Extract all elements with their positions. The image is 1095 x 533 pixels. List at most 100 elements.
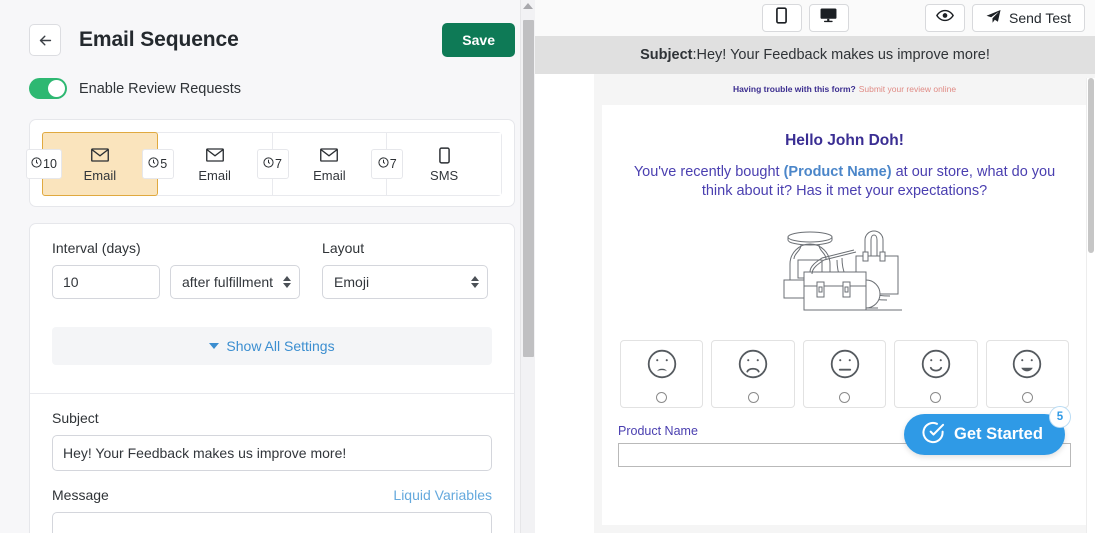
desktop-view-button[interactable] xyxy=(808,4,849,32)
save-button[interactable]: Save xyxy=(442,23,515,57)
message-label-row: Message Liquid Variables xyxy=(52,487,492,503)
rating-radio-4[interactable] xyxy=(930,391,942,403)
email-card: Hello John Doh! You've recently bought (… xyxy=(602,104,1087,525)
sequence-step-2-delay-value: 5 xyxy=(160,157,168,171)
rating-option-5-very-happy[interactable] xyxy=(985,339,1070,408)
rating-radio-1[interactable] xyxy=(656,391,668,403)
subject-label: Subject xyxy=(52,410,99,426)
clock-icon xyxy=(148,157,159,171)
sequence-step-1-delay-value: 10 xyxy=(43,157,57,171)
panel-header: Email Sequence Save xyxy=(0,0,535,64)
message-textarea[interactable] xyxy=(52,512,492,533)
very-happy-face-icon xyxy=(1008,345,1046,388)
step-settings-card: Interval (days) after fulfillment Layout xyxy=(29,223,515,533)
clock-icon xyxy=(263,157,274,171)
paper-plane-icon xyxy=(986,9,1001,27)
preview-button[interactable] xyxy=(924,4,965,32)
envelope-icon xyxy=(320,145,339,165)
envelope-icon xyxy=(90,145,109,165)
mobile-icon xyxy=(438,145,450,165)
interval-controls: after fulfillment xyxy=(52,265,301,299)
scroll-up-arrow-icon[interactable] xyxy=(523,3,533,9)
enable-review-requests-toggle[interactable] xyxy=(29,78,67,99)
email-greeting: Hello John Doh! xyxy=(785,131,904,149)
preview-scrollbar-thumb[interactable] xyxy=(1088,78,1094,253)
interval-days-input[interactable] xyxy=(52,265,160,299)
sequence-step-1-delay-badge: 10 xyxy=(26,149,62,179)
sequence-step-4-delay-value: 7 xyxy=(389,157,397,171)
rating-radio-3[interactable] xyxy=(839,391,851,403)
check-circle-icon xyxy=(922,421,945,449)
layout-select[interactable]: Emoji xyxy=(322,265,489,299)
interval-group: Interval (days) after fulfillment xyxy=(52,240,301,299)
message-label: Message xyxy=(52,487,109,503)
get-started-badge: 5 xyxy=(1048,406,1071,428)
app-root: Email Sequence Save Enable Review Reques… xyxy=(0,0,1095,533)
enable-review-requests-row: Enable Review Requests xyxy=(0,64,535,99)
sequence-step-2-delay-badge: 5 xyxy=(141,149,174,179)
preview-subject-value: Hey! Your Feedback makes us improve more… xyxy=(696,47,990,63)
desktop-icon xyxy=(820,8,837,28)
content-section: Subject Message Liquid Variables xyxy=(30,394,514,533)
sequence-step-4-sms[interactable]: 7 SMS xyxy=(371,133,501,195)
page-title: Email Sequence xyxy=(79,28,239,51)
chevron-down-icon xyxy=(209,343,220,349)
mobile-icon xyxy=(776,7,788,29)
rating-option-2-sad[interactable] xyxy=(711,339,795,408)
rating-radio-2[interactable] xyxy=(747,391,759,403)
sequence-step-2-email[interactable]: 5 Email xyxy=(141,133,273,195)
eye-icon xyxy=(936,9,954,27)
email-body-pre: You've recently bought xyxy=(633,163,784,180)
preview-toolbar: Send Test xyxy=(535,0,1095,36)
email-preview-panel: Send Test Subject: Hey! Your Feedback ma… xyxy=(535,0,1095,533)
liquid-variables-link[interactable]: Liquid Variables xyxy=(393,487,492,503)
submit-review-online-link[interactable]: Submit your review online xyxy=(859,84,956,94)
send-test-button[interactable]: Send Test xyxy=(971,4,1085,32)
scrollbar-thumb[interactable] xyxy=(523,20,534,357)
sequence-step-3-delay-value: 7 xyxy=(275,157,282,171)
arrow-left-icon xyxy=(37,32,54,49)
sequence-step-3-label: Email xyxy=(313,168,346,183)
sequence-step-3-email[interactable]: 7 Email xyxy=(256,133,388,195)
settings-panel-scrollbar[interactable] xyxy=(520,0,535,533)
email-body-text: You've recently bought (Product Name) at… xyxy=(624,163,1065,202)
envelope-icon xyxy=(205,145,224,165)
happy-face-icon xyxy=(917,345,955,388)
sequence-step-1-label: Email xyxy=(83,168,117,183)
sequence-step-2-label: Email xyxy=(198,168,231,183)
show-all-settings-button[interactable]: Show All Settings xyxy=(52,327,492,365)
very-sad-face-icon xyxy=(643,345,681,388)
bags-line-art-illustration xyxy=(618,218,1071,318)
mobile-view-button[interactable] xyxy=(761,4,802,32)
layout-label: Layout xyxy=(322,240,365,256)
preview-scrollbar[interactable] xyxy=(1086,78,1095,533)
layout-group: Layout Emoji xyxy=(322,240,489,299)
subject-input[interactable] xyxy=(52,435,492,471)
layout-select-wrap: Emoji xyxy=(322,265,489,299)
clock-icon xyxy=(378,157,389,171)
preview-subject-prefix: Subject xyxy=(640,47,693,63)
interval-trigger-select-wrap: after fulfillment xyxy=(170,265,301,299)
rating-option-1-very-sad[interactable] xyxy=(620,339,704,408)
back-button[interactable] xyxy=(29,24,61,56)
clock-icon xyxy=(31,157,42,171)
sequence-card: 10 Email 5 Email 7 Email 7 SMS xyxy=(26,119,515,207)
sequence-step-1-email[interactable]: 10 Email xyxy=(26,132,158,196)
trouble-notice-text: Having trouble with this form? xyxy=(732,84,856,94)
interval-trigger-select[interactable]: after fulfillment xyxy=(170,265,301,299)
email-body-product: (Product Name) xyxy=(783,163,892,180)
get-started-button[interactable]: Get Started 5 xyxy=(904,406,1071,455)
preview-subject-bar: Subject: Hey! Your Feedback makes us imp… xyxy=(535,36,1095,74)
emoji-rating-row xyxy=(618,339,1071,408)
rating-option-4-happy[interactable] xyxy=(894,339,978,408)
rating-radio-5[interactable] xyxy=(1021,391,1033,403)
toggle-knob xyxy=(48,80,65,97)
send-test-label: Send Test xyxy=(1008,10,1071,26)
interval-layout-row: Interval (days) after fulfillment Layout xyxy=(52,240,492,299)
sequence-strip: 10 Email 5 Email 7 Email 7 SMS xyxy=(26,132,502,196)
sequence-step-4-label: SMS xyxy=(430,168,459,183)
rating-option-3-neutral[interactable] xyxy=(802,339,887,408)
trouble-notice: Having trouble with this form? Submit you… xyxy=(594,74,1095,94)
settings-panel: Email Sequence Save Enable Review Reques… xyxy=(0,0,535,533)
neutral-face-icon xyxy=(826,345,864,388)
